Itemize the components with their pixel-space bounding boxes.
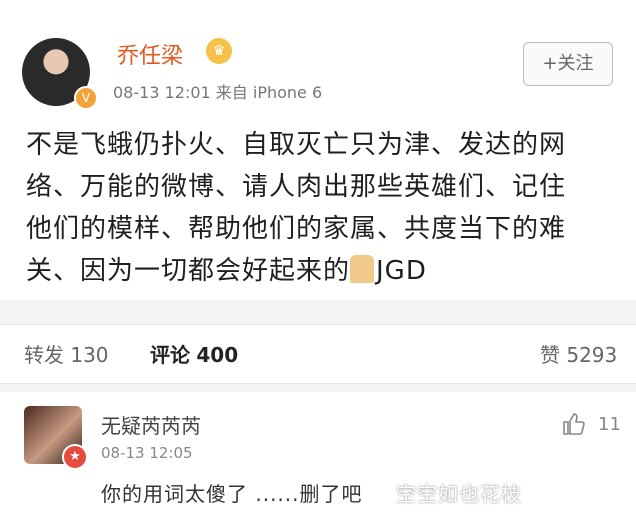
comment-tab[interactable]: 评论 400 (150, 339, 238, 368)
comment-label: 评论 (150, 343, 190, 367)
commenter-badge-icon: ★ (62, 444, 88, 470)
repost-label: 转发 (24, 343, 64, 367)
content-line: 他们的模样、帮助他们的家属、共度当下的难 (26, 214, 567, 244)
watermark-text: 空空如也花枝 (396, 482, 522, 506)
comment-item: ★ 无疑芮芮芮 08-13 12:05 11 你的用词太傻了 ......删了吧… (0, 392, 636, 518)
content-line: 关、因为一切都会好起来的 JGD (26, 250, 616, 292)
crown-icon: ♛ (206, 38, 232, 64)
content-line-text: 关、因为一切都会好起来的 (26, 256, 351, 286)
content-line: 不是飞蛾仍扑火、自取灭亡只为津、发达的网 (26, 130, 567, 160)
post-source: 来自 iPhone 6 (215, 83, 323, 102)
like-tab[interactable]: 赞 5293 (540, 339, 617, 368)
follow-button[interactable]: +关注 (523, 42, 613, 86)
comment-count: 400 (196, 343, 239, 367)
post-content: 不是飞蛾仍扑火、自取灭亡只为津、发达的网 络、万能的微博、请人肉出那些英雄们、记… (26, 124, 616, 292)
praying-hands-icon (350, 255, 375, 283)
poster-username[interactable]: 乔任梁 (117, 38, 183, 70)
comment-like-count: 11 (598, 414, 621, 435)
post-card: V 乔任梁 ♛ 08-13 12:01 来自 iPhone 6 +关注 不是飞蛾… (0, 0, 636, 300)
thumbs-up-icon[interactable] (562, 412, 586, 436)
content-suffix: JGD (376, 256, 427, 286)
comment-text: 你的用词太傻了 ......删了吧 (101, 482, 363, 506)
repost-count: 130 (70, 343, 109, 367)
post-timestamp: 08-13 12:01 (113, 83, 211, 102)
repost-tab[interactable]: 转发 130 (24, 339, 109, 368)
verified-badge-icon: V (74, 86, 98, 110)
like-label: 赞 (540, 343, 560, 367)
commenter-username[interactable]: 无疑芮芮芮 (101, 410, 201, 439)
post-meta: 08-13 12:01 来自 iPhone 6 (113, 79, 322, 103)
comment-timestamp: 08-13 12:05 (101, 444, 193, 462)
post-stats-bar: 转发 130 评论 400 赞 5293 (0, 324, 636, 384)
content-line: 络、万能的微博、请人肉出那些英雄们、记住 (26, 172, 567, 202)
like-count: 5293 (566, 343, 618, 367)
